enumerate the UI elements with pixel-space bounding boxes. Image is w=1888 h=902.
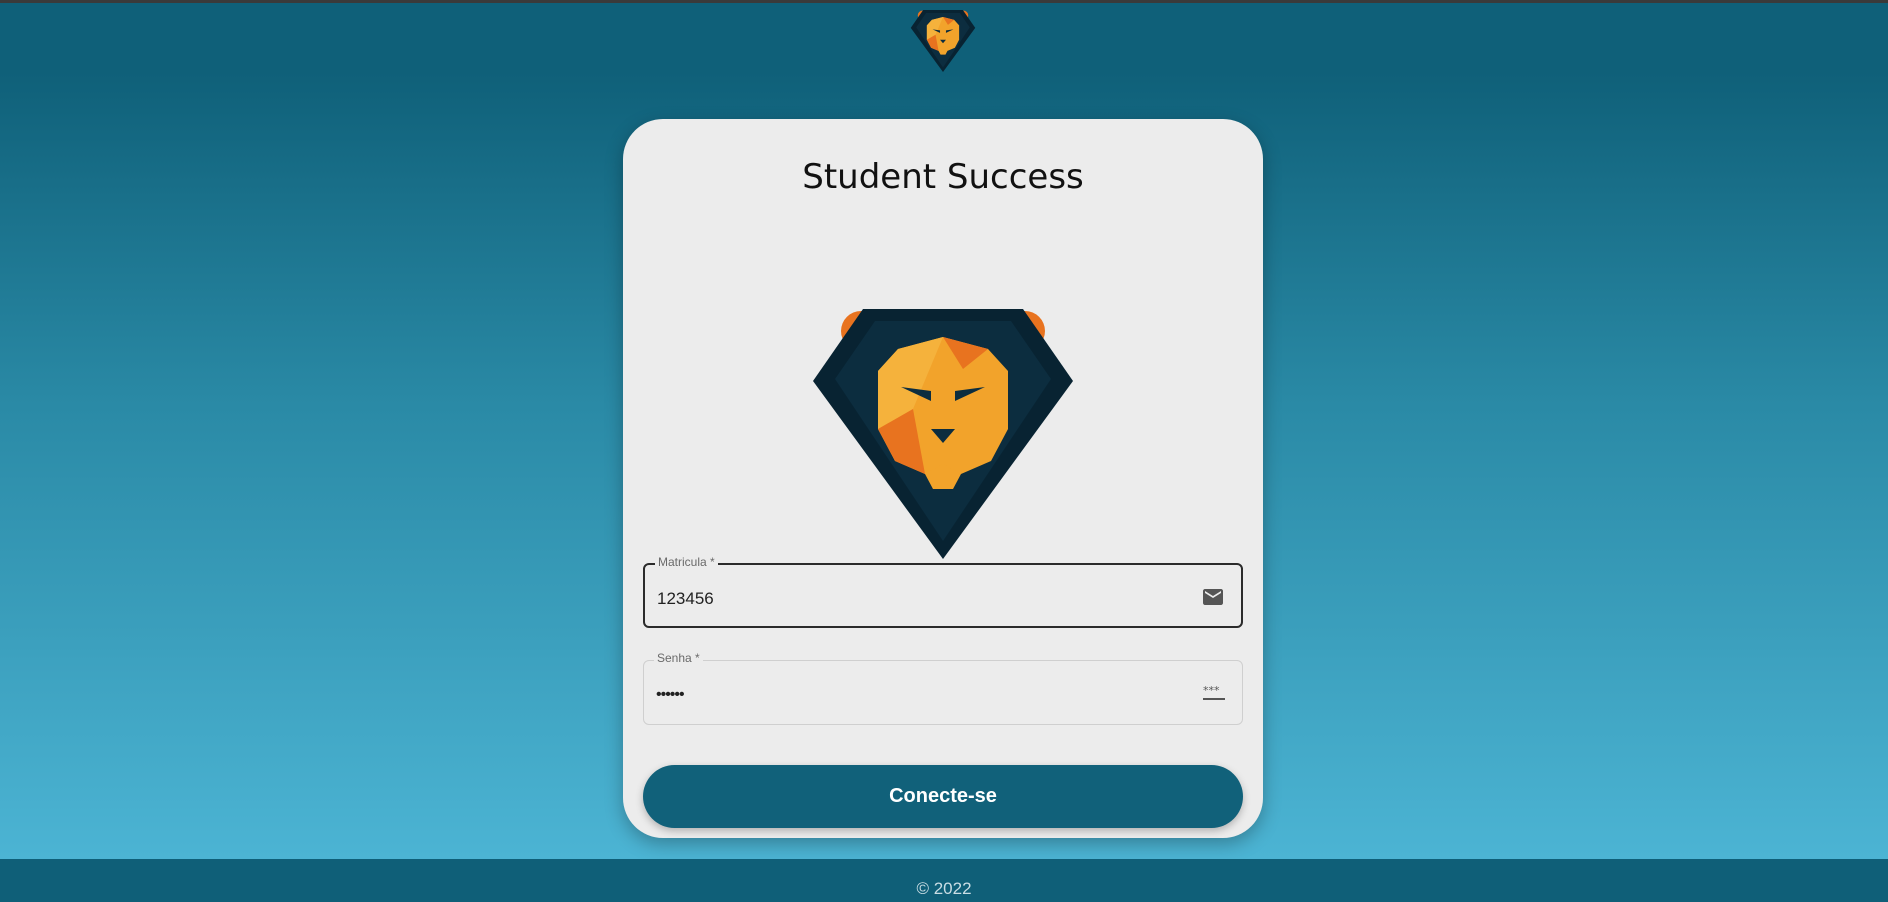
lion-logo — [813, 309, 1073, 559]
envelope-icon — [1203, 589, 1223, 605]
senha-label: Senha * — [654, 651, 703, 665]
login-button[interactable]: Conecte-se — [643, 765, 1243, 828]
login-card: Student Success Matricula * 123456 Senha… — [623, 119, 1263, 838]
page-title: Student Success — [802, 157, 1084, 197]
matricula-input[interactable]: 123456 — [657, 589, 714, 609]
matricula-field[interactable]: Matricula * 123456 — [643, 555, 1243, 628]
senha-input[interactable]: •••••• — [656, 686, 685, 704]
password-dots-icon: *** — [1203, 684, 1225, 700]
matricula-label: Matricula * — [655, 555, 718, 569]
window-top-border — [0, 0, 1888, 3]
svg-text:***: *** — [1203, 684, 1220, 697]
lion-logo-small — [910, 10, 976, 72]
senha-field[interactable]: Senha * •••••• *** — [643, 651, 1243, 725]
footer: © 2022 — [0, 859, 1888, 902]
copyright-text: © 2022 — [916, 879, 972, 898]
